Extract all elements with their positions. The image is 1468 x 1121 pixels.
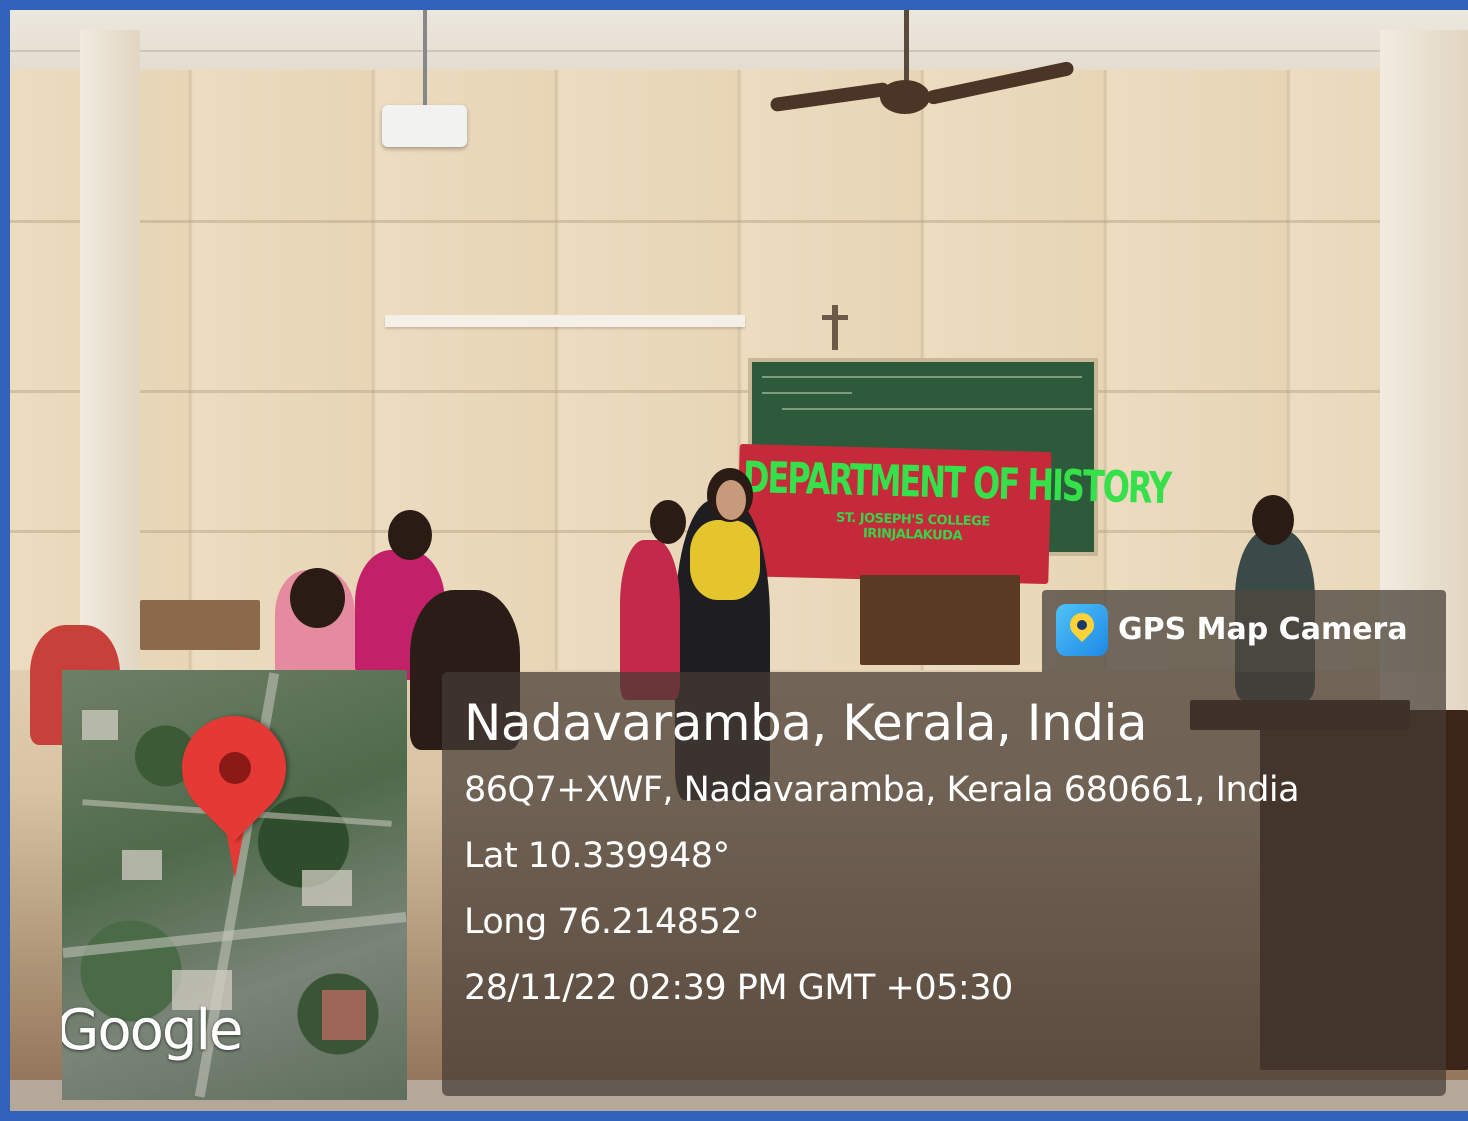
photo-frame: DEPARTMENT OF HISTORY ST. JOSEPH'S COLLE… — [0, 0, 1468, 1121]
map-building — [122, 850, 162, 880]
latitude-line: Lat 10.339948° — [464, 836, 730, 876]
student-head — [388, 510, 432, 560]
fan-rod — [904, 10, 909, 85]
banner-title: DEPARTMENT OF HISTORY — [742, 451, 1171, 514]
map-building — [322, 990, 366, 1040]
teacher-table — [860, 575, 1020, 665]
address-line: 86Q7+XWF, Nadavaramba, Kerala 680661, In… — [464, 770, 1300, 810]
cross-bar — [822, 315, 848, 320]
timestamp-line: 28/11/22 02:39 PM GMT +05:30 — [464, 968, 1013, 1008]
map-building — [82, 710, 118, 740]
cross — [832, 305, 838, 350]
chalk-writing — [762, 376, 1082, 378]
banner-subtitle: ST. JOSEPH'S COLLEGE IRINJALAKUDA — [835, 510, 990, 544]
longitude-line: Long 76.214852° — [464, 902, 760, 942]
wall-seam — [10, 390, 1468, 393]
ceiling-seam — [10, 50, 1468, 52]
wall-shelf — [385, 315, 745, 327]
satellite-map-thumbnail: Google — [62, 670, 407, 1100]
department-banner: DEPARTMENT OF HISTORY ST. JOSEPH'S COLLE… — [736, 443, 1171, 585]
chalk-writing — [782, 408, 1092, 410]
app-name: GPS Map Camera — [1118, 612, 1408, 647]
student-head — [1252, 495, 1294, 545]
speaker-stole — [690, 520, 760, 600]
map-pin-center — [219, 752, 251, 784]
student-head — [650, 500, 686, 544]
student-head — [290, 568, 345, 628]
gps-brand-tab: GPS Map Camera — [1042, 590, 1446, 672]
google-logo: Google — [62, 998, 243, 1063]
ceiling-fan — [880, 80, 930, 114]
wall-seam — [10, 220, 1468, 223]
location-info-panel: Nadavaramba, Kerala, India 86Q7+XWF, Nad… — [442, 672, 1446, 1096]
chalk-writing — [762, 392, 852, 394]
location-title: Nadavaramba, Kerala, India — [464, 694, 1148, 752]
map-building — [302, 870, 352, 906]
projector — [382, 105, 467, 147]
desk — [140, 600, 260, 650]
gps-map-camera-icon — [1056, 604, 1108, 656]
projector-mount — [423, 10, 427, 110]
speaker-face — [716, 480, 746, 520]
